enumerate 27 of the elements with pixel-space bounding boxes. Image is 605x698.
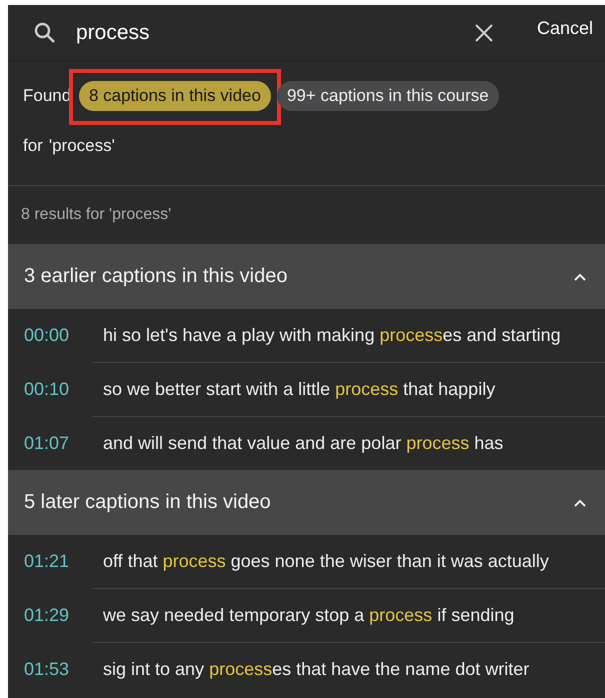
caption-time[interactable]: 01:53: [8, 659, 103, 680]
group-header[interactable]: 5 later captions in this video: [8, 470, 605, 535]
search-field[interactable]: process: [76, 20, 475, 44]
caption-text[interactable]: we say needed temporary stop a process if sending: [103, 605, 514, 626]
results-summary: 8 results for 'process': [21, 206, 172, 224]
caption-time[interactable]: 01:29: [8, 605, 103, 626]
caption-time[interactable]: 01:07: [8, 433, 103, 454]
group-title: 5 later captions in this video: [24, 491, 271, 514]
chevron-up-icon[interactable]: [573, 498, 587, 508]
caption-text[interactable]: off that process goes none the wiser than it was actually: [103, 551, 549, 572]
caption-time[interactable]: 00:10: [8, 379, 103, 400]
found-label: for: [23, 136, 43, 155]
caption-text[interactable]: and will send that value and are polar process has: [103, 433, 504, 454]
filter-chip[interactable]: 99+ captions in this course: [276, 81, 499, 111]
group-title: 3 earlier captions in this video: [24, 265, 288, 288]
filter-chip[interactable]: 8 captions in this video: [78, 81, 271, 111]
caption-time[interactable]: 00:00: [8, 325, 103, 346]
clear-button[interactable]: [474, 24, 493, 42]
cancel-button[interactable]: Cancel: [536, 18, 593, 39]
caption-text[interactable]: hi so let's have a play with making processes and starting: [103, 325, 561, 346]
search-icon: [34, 22, 56, 44]
caption-time[interactable]: 01:21: [8, 551, 103, 572]
chevron-up-icon[interactable]: [573, 272, 587, 282]
caption-text[interactable]: so we better start with a little process that happily: [103, 379, 496, 400]
found-label: 'process': [48, 136, 115, 155]
group-header[interactable]: 3 earlier captions in this video: [8, 244, 605, 309]
caption-text[interactable]: sig int to any processes that have the name dot writer: [103, 659, 530, 680]
